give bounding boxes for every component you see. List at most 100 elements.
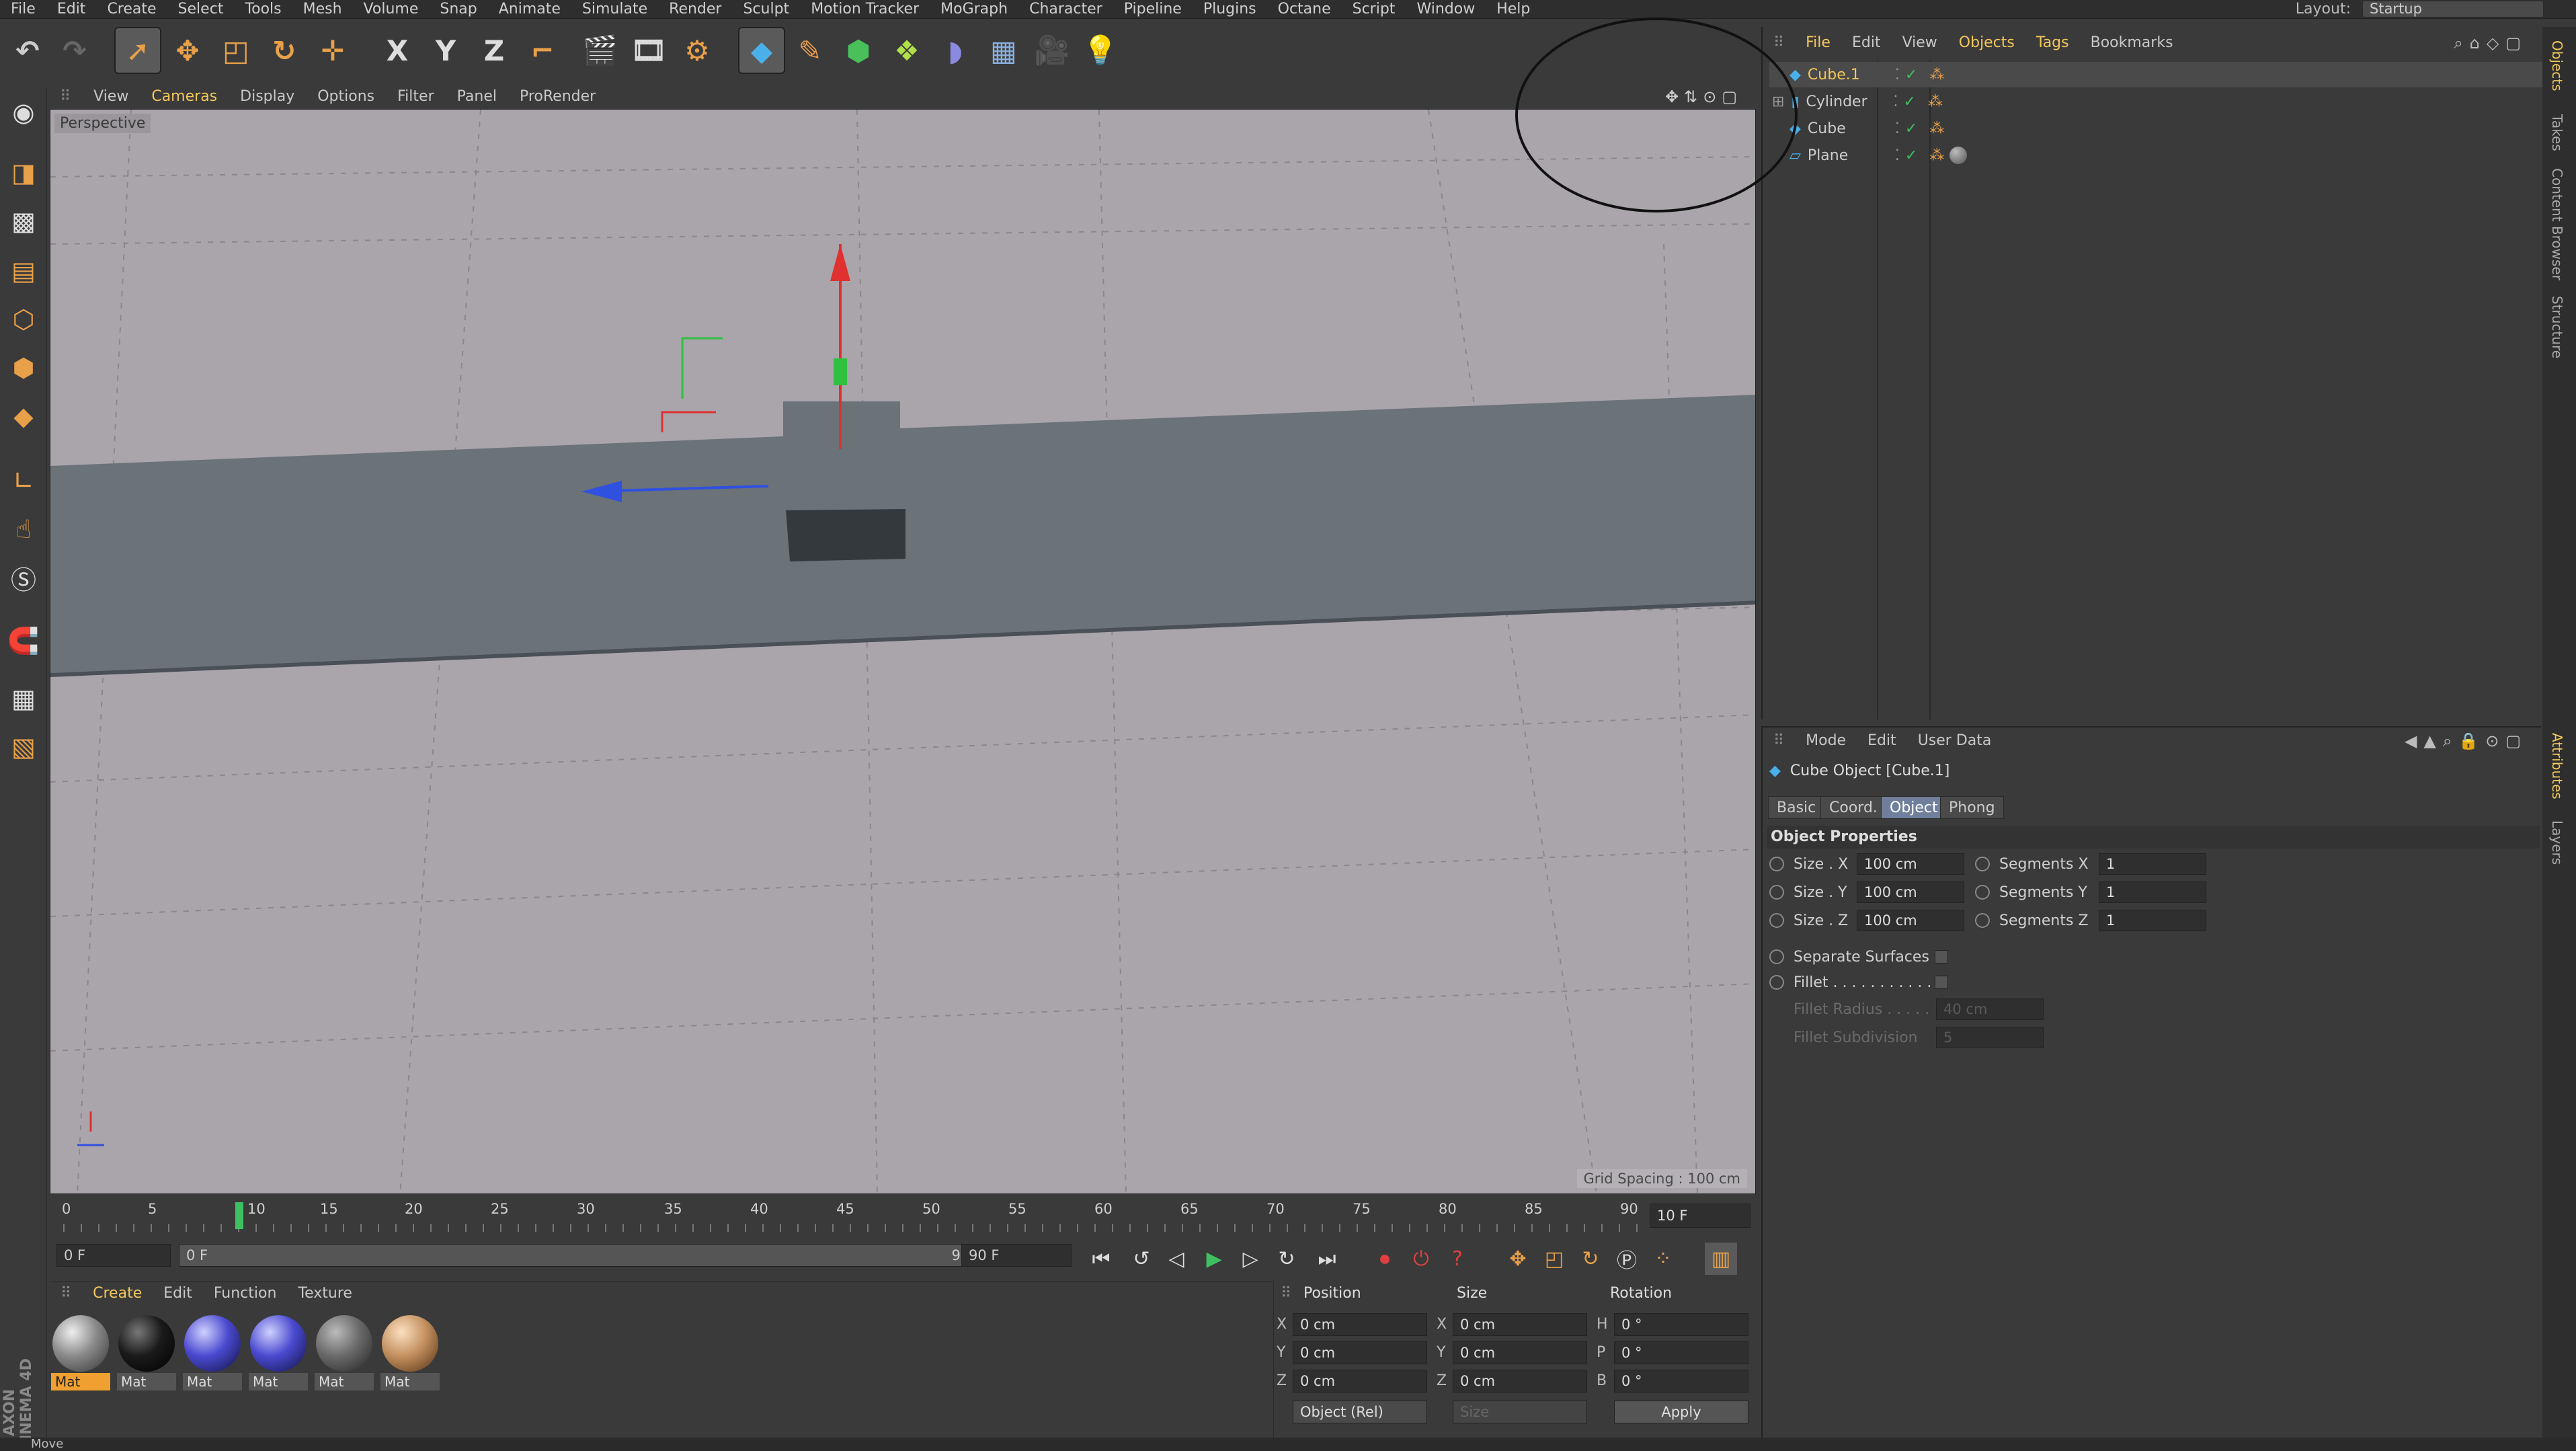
previous-frame-icon[interactable]: ◁ [1160, 1243, 1193, 1275]
animate-radio[interactable] [1975, 885, 1990, 900]
tag-icon[interactable]: ⁂ [1928, 93, 1943, 110]
animate-radio[interactable] [1975, 857, 1990, 871]
visibility-dots-icon[interactable]: ⁚ [1895, 67, 1900, 83]
tab-basic[interactable]: Basic [1768, 796, 1825, 819]
viewport-menu-display[interactable]: Display [229, 86, 306, 108]
key-scale-icon[interactable]: ◰ [1538, 1243, 1570, 1275]
animate-radio[interactable] [1769, 885, 1784, 900]
apply-button[interactable]: Apply [1614, 1401, 1748, 1423]
menu-octane[interactable]: Octane [1267, 0, 1342, 19]
side-tab-structure[interactable]: Structure [2549, 296, 2565, 358]
tag-icon[interactable]: ⁂ [1929, 147, 1944, 164]
attribute-menu-user-data[interactable]: User Data [1907, 728, 2003, 754]
keyframe-selection-icon[interactable]: ? [1441, 1243, 1474, 1275]
render-settings-icon[interactable]: ⚙ [674, 27, 721, 74]
segments-y-input[interactable]: 1 [2099, 881, 2206, 903]
position-z-field[interactable]: 0 cm [1293, 1370, 1427, 1393]
viewport-menu-filter[interactable]: Filter [386, 86, 445, 108]
object-row-cube1[interactable]: ◆ Cube.1 ⁚ ✓ ⁂ [1769, 62, 2542, 87]
tag-icon[interactable]: ⁂ [1929, 67, 1944, 83]
rotation-h-field[interactable]: 0 ° [1614, 1313, 1748, 1336]
animate-radio[interactable] [1975, 913, 1990, 928]
render-view-icon[interactable]: 🎬 [577, 27, 624, 74]
camera-icon[interactable]: 🎥 [1029, 27, 1076, 74]
tweak-mode-icon[interactable]: ☝ [4, 510, 43, 549]
visibility-dots-icon[interactable]: ⁚ [1895, 120, 1900, 137]
timeline-window-icon[interactable]: ▥ [1705, 1243, 1737, 1275]
menu-tools[interactable]: Tools [234, 0, 292, 19]
rotation-p-field[interactable]: 0 ° [1614, 1341, 1748, 1364]
texture-mode-icon[interactable]: ▩ [4, 202, 43, 241]
menu-select[interactable]: Select [167, 0, 235, 19]
select-tool-icon[interactable]: ➚ [114, 27, 161, 74]
menu-simulate[interactable]: Simulate [571, 0, 658, 19]
size-y-input[interactable]: 100 cm [1857, 881, 1964, 903]
size-x-input[interactable]: 100 cm [1857, 853, 1964, 875]
tab-coord[interactable]: Coord. [1820, 796, 1886, 819]
previous-key-icon[interactable]: ↺ [1125, 1243, 1158, 1275]
enabled-check-icon[interactable]: ✓ [1905, 147, 1917, 164]
frame-range-slider[interactable]: 0 F 90 F [179, 1244, 1003, 1267]
render-picture-viewer-icon[interactable]: 🎞 [625, 27, 672, 74]
enabled-check-icon[interactable]: ✓ [1904, 93, 1916, 110]
menu-motion-tracker[interactable]: Motion Tracker [800, 0, 930, 19]
edges-mode-icon[interactable]: ⬢ [4, 348, 43, 387]
current-frame-field[interactable]: 10 F [1650, 1204, 1750, 1228]
coord-mode-select[interactable]: Object (Rel) [1293, 1401, 1427, 1423]
polygons-mode-icon[interactable]: ◆ [4, 397, 43, 436]
enabled-check-icon[interactable]: ✓ [1905, 67, 1917, 83]
autokey-icon[interactable]: ⏻ [1405, 1243, 1437, 1275]
visibility-dots-icon[interactable]: ⁚ [1895, 147, 1900, 164]
segments-x-input[interactable]: 1 [2099, 853, 2206, 875]
move-tool-icon[interactable]: ✥ [164, 27, 211, 74]
menu-character[interactable]: Character [1018, 0, 1113, 19]
cube-primitive-icon[interactable]: ◆ [738, 27, 785, 74]
menu-create[interactable]: Create [96, 0, 167, 19]
model-mode-icon[interactable]: ◨ [4, 153, 43, 192]
size-x-field[interactable]: 0 cm [1453, 1313, 1587, 1336]
key-parameter-icon[interactable]: Ⓟ [1611, 1243, 1643, 1275]
animate-radio[interactable] [1769, 857, 1784, 871]
viewport-menu-prorender[interactable]: ProRender [508, 86, 607, 108]
go-to-start-icon[interactable]: ⏮ [1085, 1243, 1117, 1275]
object-menu-view[interactable]: View [1892, 27, 1948, 59]
fillet-checkbox[interactable] [1935, 976, 1948, 989]
separate-surfaces-checkbox[interactable] [1935, 950, 1948, 964]
position-x-field[interactable]: 0 cm [1293, 1313, 1427, 1336]
object-row-cube[interactable]: ◆ Cube ⁚ ✓ ⁂ [1769, 116, 2542, 141]
end-frame-field[interactable]: 90 F [961, 1244, 1072, 1267]
menu-file[interactable]: File [0, 0, 46, 19]
object-menu-tags[interactable]: Tags [2025, 27, 2080, 59]
material-swatch[interactable]: Mat [380, 1315, 440, 1395]
material-menu-create[interactable]: Create [82, 1282, 153, 1306]
menu-help[interactable]: Help [1486, 0, 1541, 19]
points-mode-icon[interactable]: ⬡ [4, 300, 43, 339]
camera-label[interactable]: Perspective [54, 114, 151, 133]
object-menu-bookmarks[interactable]: Bookmarks [2080, 27, 2184, 59]
snapping-icon[interactable]: 🧲 [4, 621, 43, 660]
menu-snap[interactable]: Snap [429, 0, 487, 19]
lock-y-axis-button[interactable]: Y [422, 27, 469, 74]
viewport-menu-panel[interactable]: Panel [446, 86, 508, 108]
material-menu-edit[interactable]: Edit [153, 1282, 203, 1306]
viewport-menu-cameras[interactable]: Cameras [140, 86, 229, 108]
next-frame-icon[interactable]: ▷ [1234, 1243, 1266, 1275]
multi-transform-icon[interactable]: ✛ [309, 27, 356, 74]
size-z-input[interactable]: 100 cm [1857, 910, 1964, 931]
menu-mesh[interactable]: Mesh [292, 0, 353, 19]
subdivision-surface-icon[interactable]: ⬢ [835, 27, 882, 74]
fillet-radius-input[interactable]: 40 cm [1936, 998, 2044, 1020]
object-name[interactable]: Cube [1808, 120, 1888, 137]
key-rotation-icon[interactable]: ↻ [1574, 1243, 1607, 1275]
menu-animate[interactable]: Animate [488, 0, 571, 19]
pen-spline-icon[interactable]: ✎ [787, 27, 834, 74]
play-forward-icon[interactable]: ▶ [1198, 1243, 1230, 1275]
undo-icon[interactable]: ↶ [4, 27, 51, 74]
animate-radio[interactable] [1769, 949, 1784, 964]
animate-radio[interactable] [1769, 975, 1784, 990]
make-editable-icon[interactable]: ◉ [4, 93, 43, 132]
floor-scene-icon[interactable]: ▦ [980, 27, 1027, 74]
timeline-ruler[interactable]: 0 5 10 15 20 25 30 35 40 45 50 55 60 65 … [50, 1197, 1757, 1236]
solo-mode-icon[interactable]: Ⓢ [4, 558, 43, 597]
side-tab-content-browser[interactable]: Content Browser [2549, 168, 2565, 280]
